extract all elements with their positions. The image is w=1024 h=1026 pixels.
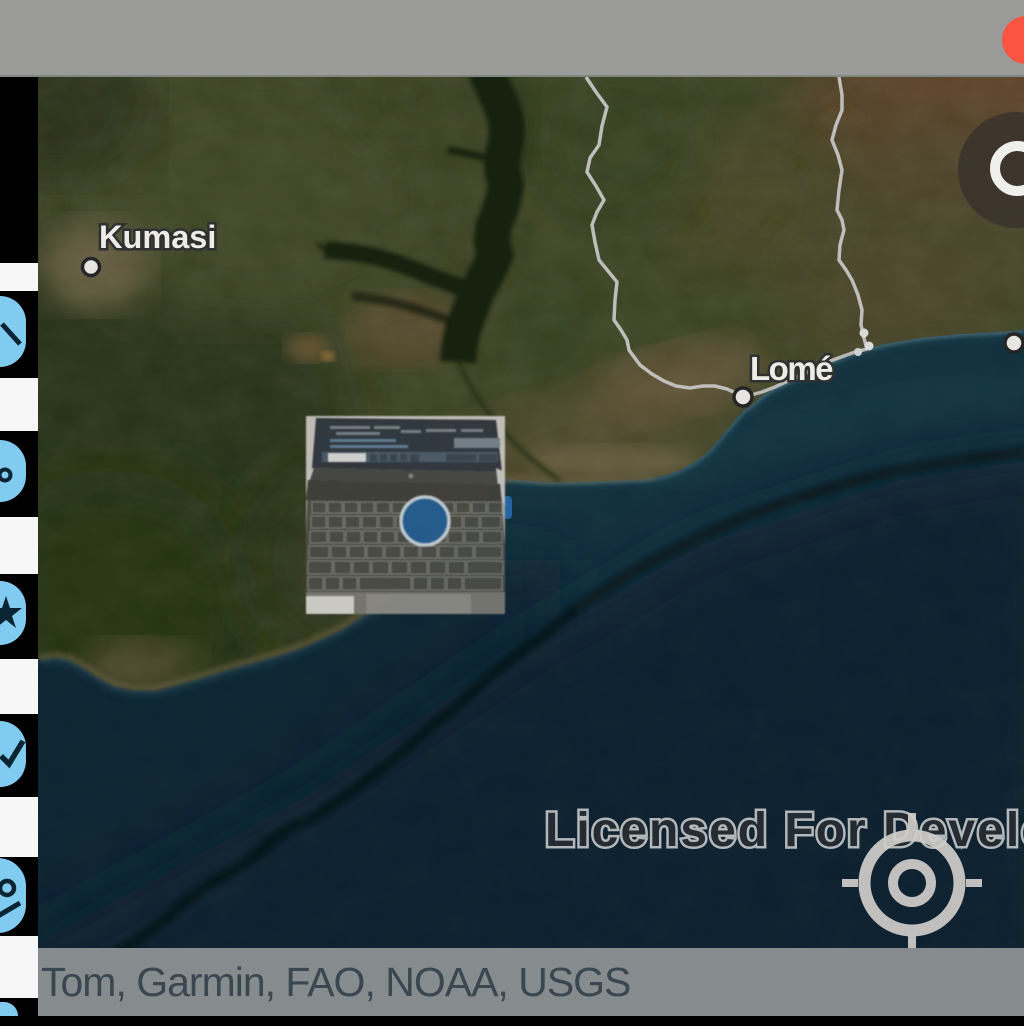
svg-text:Kumasi: Kumasi: [99, 219, 216, 255]
svg-text:Lomé: Lomé: [750, 350, 833, 387]
